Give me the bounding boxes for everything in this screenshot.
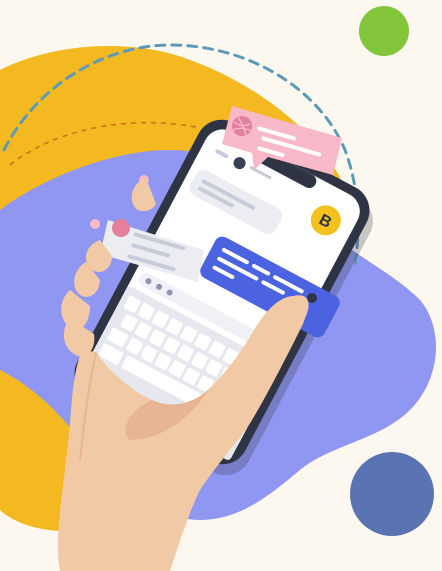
avatar-icon	[90, 219, 100, 229]
green-dot	[359, 6, 409, 56]
avatar-icon	[307, 293, 317, 303]
blue-dot	[350, 452, 434, 536]
chat-phone-illustration: B	[0, 6, 437, 571]
dribbble-icon	[232, 116, 252, 137]
dribbble-icon	[112, 219, 130, 237]
illustration-canvas: B	[0, 0, 442, 571]
